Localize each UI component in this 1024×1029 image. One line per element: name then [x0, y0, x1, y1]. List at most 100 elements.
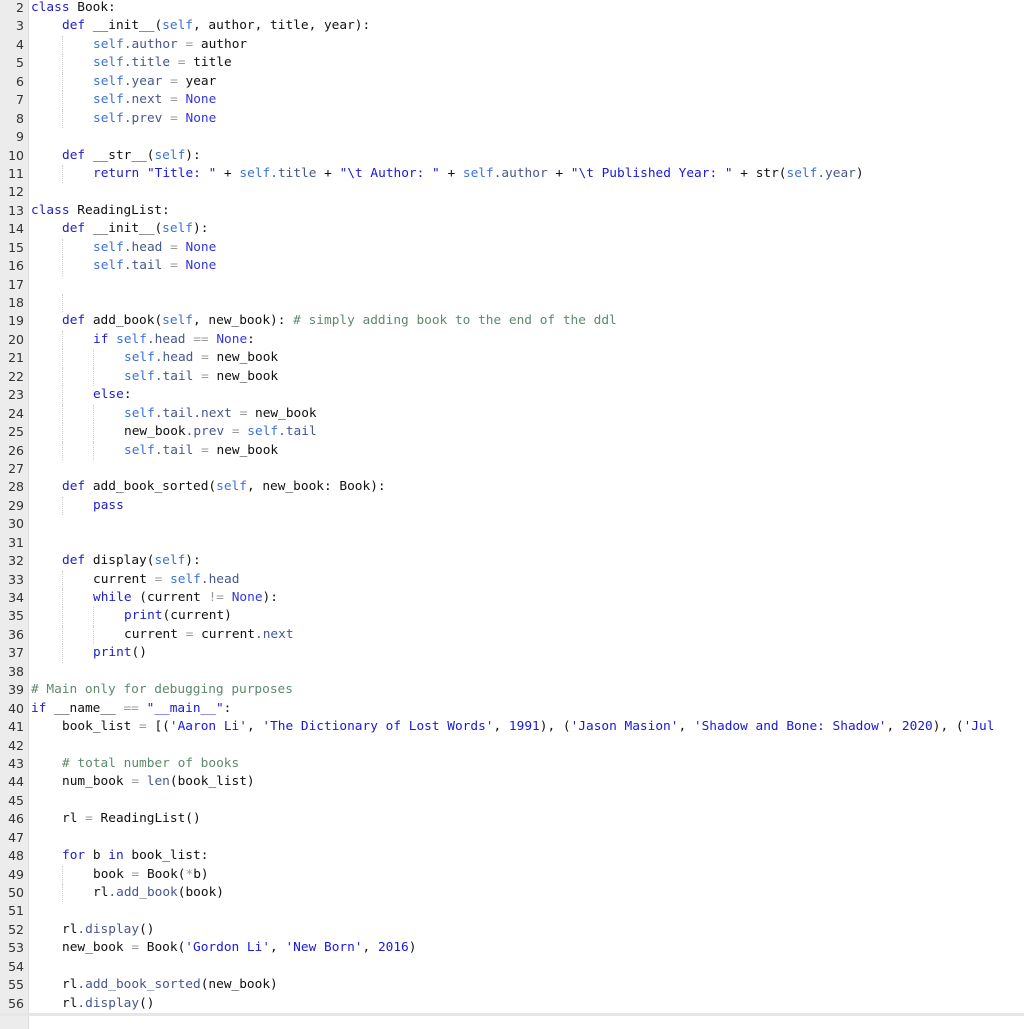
code-line[interactable]: 3 def __init__(self, author, title, year)…	[0, 17, 1016, 35]
indent-guide	[93, 367, 124, 387]
code-token: self	[124, 405, 155, 421]
code-editor[interactable]: 2 class Book: 3 def __init__(self, author, …	[0, 0, 1024, 1029]
code-line[interactable]: 9	[0, 128, 1016, 146]
code-token: author	[200, 36, 248, 52]
code-line[interactable]: 25 new_book.prev = self.tail	[0, 423, 1016, 442]
code-token: len	[146, 774, 170, 790]
line-source: while (current != None):	[28, 589, 278, 608]
code-token: book	[93, 866, 124, 882]
code-token: ,	[270, 940, 286, 956]
code-line[interactable]: 17	[0, 276, 1016, 294]
code-line[interactable]: 52 rl.display()	[0, 921, 1016, 939]
code-token: =	[193, 350, 217, 366]
code-line[interactable]: 5 self.title = title	[0, 54, 1016, 73]
code-area[interactable]: 2 class Book: 3 def __init__(self, author, …	[0, 0, 1016, 1013]
code-line[interactable]: 2 class Book:	[0, 0, 1016, 17]
code-token: new_book	[216, 368, 279, 384]
code-token: # total number of books	[62, 755, 240, 771]
code-line[interactable]: 55 rl.add_book_sorted(new_book)	[0, 976, 1016, 994]
line-source: book_list = [('Aaron Li', 'The Dictionar…	[28, 718, 994, 736]
indent-guide	[31, 17, 62, 35]
code-line[interactable]: 8 self.prev = None	[0, 109, 1016, 129]
code-token: =	[170, 55, 194, 71]
code-line[interactable]: 30	[0, 515, 1016, 533]
code-line[interactable]: 21 self.head = new_book	[0, 349, 1016, 368]
code-line[interactable]: 28 def add_book_sorted(self, new_book: Bo…	[0, 478, 1016, 496]
code-token: current	[124, 626, 178, 642]
code-line[interactable]: 22 self.tail = new_book	[0, 367, 1016, 387]
code-line[interactable]: 46 rl = ReadingList()	[0, 810, 1016, 828]
code-line[interactable]: 54	[0, 958, 1016, 976]
code-line[interactable]: 7 self.next = None	[0, 91, 1016, 110]
code-token: else	[93, 387, 124, 403]
line-number: 12	[8, 184, 24, 200]
code-token: rl	[93, 885, 109, 900]
code-line[interactable]: 50 rl.add_book(book)	[0, 884, 1016, 903]
code-line[interactable]: 6 self.year = year	[0, 72, 1016, 92]
line-source: return "Title: " + self.title + "\t Auth…	[28, 164, 864, 184]
code-token: if	[93, 331, 109, 347]
code-line[interactable]: 51	[0, 902, 1016, 920]
code-line[interactable]: 33 current = self.head	[0, 570, 1016, 589]
code-line[interactable]: 29 pass	[0, 496, 1016, 516]
code-line[interactable]: 27	[0, 460, 1016, 478]
code-line[interactable]: 38	[0, 663, 1016, 681]
code-line[interactable]: 37 print()	[0, 644, 1016, 663]
code-token: __str__(	[85, 147, 155, 163]
code-token: .head	[200, 571, 240, 587]
code-line[interactable]: 39 # Main only for debugging purposes	[0, 681, 1016, 699]
code-line[interactable]: 24 self.tail.next = new_book	[0, 404, 1016, 424]
code-line[interactable]: 56 rl.display()	[0, 995, 1016, 1013]
code-line[interactable]: 18	[0, 294, 1016, 313]
code-line[interactable]: 12	[0, 183, 1016, 201]
code-line[interactable]: 4 self.author = author	[0, 35, 1016, 55]
code-line[interactable]: 20 if self.head == None:	[0, 330, 1016, 350]
code-token: 'Aaron Li'	[169, 719, 247, 735]
code-line[interactable]: 45	[0, 792, 1016, 810]
code-line[interactable]: 49 book = Book(*b)	[0, 865, 1016, 884]
code-line[interactable]: 16 self.tail = None	[0, 257, 1016, 276]
code-line[interactable]: 13 class ReadingList:	[0, 202, 1016, 220]
code-line[interactable]: 41 book_list = [('Aaron Li', 'The Diction…	[0, 718, 1016, 736]
code-token: =	[131, 719, 155, 735]
code-line[interactable]: 47	[0, 829, 1016, 847]
code-line[interactable]: 48 for b in book_list:	[0, 847, 1016, 865]
code-token: title	[193, 55, 232, 71]
code-line[interactable]: 35 print(current)	[0, 607, 1016, 626]
code-token: 2020	[901, 719, 933, 735]
code-line[interactable]: 44 num_book = len(book_list)	[0, 773, 1016, 791]
code-line[interactable]: 42	[0, 737, 1016, 755]
code-token: , new_book):	[193, 313, 294, 329]
code-token: ):	[185, 147, 201, 163]
line-source: book = Book(*b)	[28, 865, 209, 884]
code-line[interactable]: 36 current = current.next	[0, 625, 1016, 645]
code-line[interactable]: 14 def __init__(self):	[0, 220, 1016, 238]
line-source: # Main only for debugging purposes	[28, 681, 293, 699]
line-number: 51	[8, 903, 24, 919]
indent-guide	[93, 423, 124, 442]
code-token: (new_book)	[200, 977, 278, 993]
code-line[interactable]: 11 return "Title: " + self.title + "\t Au…	[0, 164, 1016, 184]
code-line[interactable]: 10 def __str__(self):	[0, 147, 1016, 165]
line-number: 8	[16, 110, 24, 126]
code-line[interactable]: 15 self.head = None	[0, 238, 1016, 258]
code-line[interactable]: 34 while (current != None):	[0, 589, 1016, 608]
line-number: 28	[8, 479, 24, 495]
code-line[interactable]: 31	[0, 534, 1016, 552]
indent-guide	[62, 72, 93, 92]
code-token: .year	[817, 165, 856, 181]
indent-guide	[31, 589, 62, 607]
indent-guide	[31, 257, 62, 275]
line-source	[28, 958, 31, 976]
line-source: self.title = title	[28, 54, 232, 73]
code-line[interactable]: 23 else:	[0, 386, 1016, 405]
code-line[interactable]: 32 def display(self):	[0, 552, 1016, 570]
line-number: 24	[8, 405, 24, 421]
code-token: (book_list)	[169, 774, 255, 790]
code-line[interactable]: 53 new_book = Book('Gordon Li', 'New Born…	[0, 939, 1016, 957]
code-line[interactable]: 26 self.tail = new_book	[0, 441, 1016, 460]
code-token: print	[124, 608, 163, 624]
code-line[interactable]: 43 # total number of books	[0, 755, 1016, 773]
code-line[interactable]: 40 if __name__ == "__main__":	[0, 700, 1016, 718]
code-line[interactable]: 19 def add_book(self, new_book): # simply…	[0, 312, 1016, 330]
